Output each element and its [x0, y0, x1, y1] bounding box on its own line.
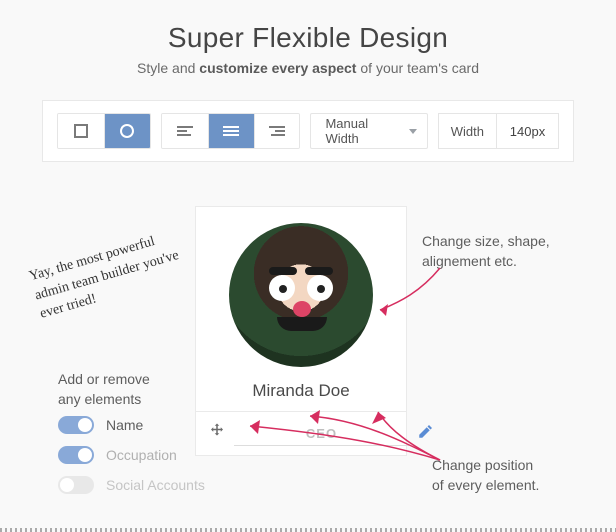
circle-icon [120, 124, 134, 138]
width-field-group: Width [438, 113, 559, 149]
annotation-add-remove: Add or remove any elements [58, 370, 150, 409]
annotation-handwritten: Yay, the most powerful admin team builde… [27, 222, 202, 324]
page-title: Super Flexible Design [0, 22, 616, 54]
align-right-icon [269, 124, 285, 138]
chevron-down-icon [409, 129, 417, 134]
toggle-occupation-label: Occupation [106, 447, 177, 463]
shape-circle-button[interactable] [104, 114, 150, 148]
style-toolbar: Manual Width Width [42, 100, 574, 162]
move-icon[interactable] [208, 422, 226, 445]
toggle-name-label: Name [106, 417, 143, 433]
subtitle-post: of your team's card [356, 60, 479, 76]
align-right-button[interactable] [254, 114, 300, 148]
width-label: Width [439, 124, 496, 139]
align-left-button[interactable] [162, 114, 208, 148]
toggle-row-name: Name [58, 416, 205, 434]
width-mode-dropdown[interactable]: Manual Width [310, 113, 427, 149]
subtitle-pre: Style and [137, 60, 199, 76]
square-icon [74, 124, 88, 138]
align-center-button[interactable] [208, 114, 254, 148]
align-left-icon [177, 124, 193, 138]
arrow-to-avatar [390, 262, 460, 332]
shape-square-button[interactable] [58, 114, 104, 148]
toggle-row-social: Social Accounts [58, 476, 205, 494]
toggle-social-label: Social Accounts [106, 477, 205, 493]
shape-group [57, 113, 151, 149]
annotation-add-remove-l2: any elements [58, 390, 150, 410]
arrows-to-editor [280, 350, 500, 480]
dropdown-label: Manual Width [325, 116, 400, 146]
toggle-list: Name Occupation Social Accounts [58, 416, 205, 506]
bottom-border [0, 528, 616, 532]
subtitle-bold: customize every aspect [199, 60, 356, 76]
align-center-icon [223, 124, 239, 138]
toggle-row-occupation: Occupation [58, 446, 205, 464]
align-group [161, 113, 301, 149]
width-input[interactable] [496, 114, 558, 148]
avatar-image[interactable] [229, 223, 373, 367]
toggle-social[interactable] [58, 476, 94, 494]
toggle-occupation[interactable] [58, 446, 94, 464]
toggle-name[interactable] [58, 416, 94, 434]
annotation-add-remove-l1: Add or remove [58, 370, 150, 390]
page-subtitle: Style and customize every aspect of your… [0, 60, 616, 76]
